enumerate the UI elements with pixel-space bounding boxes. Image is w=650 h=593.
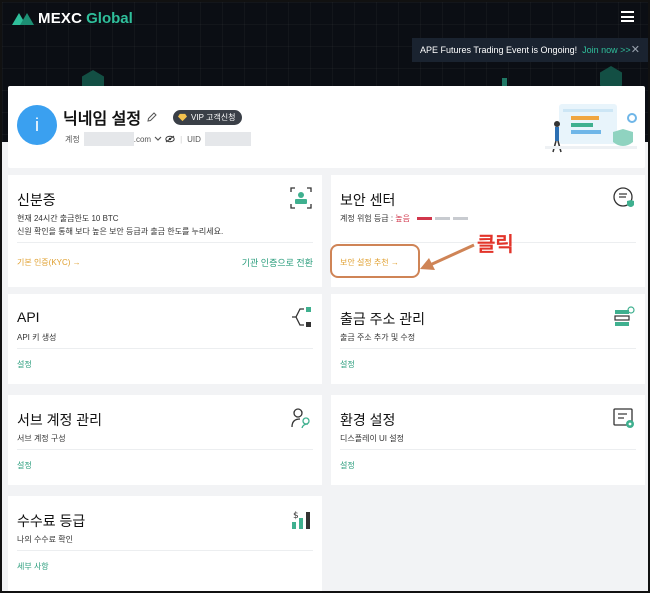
kyc-benefit-text: 신원 확인을 통해 보다 높은 보안 등급과 출금 한도를 누리세요. [17, 227, 224, 236]
withdraw-limit-text: 현재 24시간 출금한도 10 BTC [17, 214, 119, 223]
fee-tier-card: 수수료 등급 나의 수수료 확인 $ 세부 사항 [8, 496, 322, 591]
card-description: API 키 생성 [17, 333, 57, 342]
risk-level-meter [417, 217, 469, 221]
risk-level-label: 계정 위험 등급 : [340, 214, 394, 223]
security-illustration [545, 104, 637, 153]
account-row: 계정 .com | UID [65, 132, 251, 146]
institution-verify-link[interactable]: 기관 인증으로 전환 [242, 256, 313, 269]
card-description: 현재 24시간 출금한도 10 BTC 신원 확인을 통해 보다 높은 보안 등… [17, 212, 223, 238]
card-title: 보안 센터 [340, 192, 396, 208]
separator: | [180, 134, 183, 144]
card-title: 서브 계정 관리 [17, 412, 103, 428]
card-description: 서브 계정 구성 [17, 434, 66, 443]
shield-document-icon [613, 187, 634, 207]
nickname-setting-label[interactable]: 닉네임 설정 [63, 105, 141, 129]
chevron-down-icon[interactable] [154, 136, 162, 142]
api-card: API API 키 생성 설정 [8, 294, 322, 384]
preferences-settings-link[interactable]: 설정 [340, 460, 355, 471]
divider [17, 348, 313, 349]
withdraw-address-card: 출금 주소 관리 출금 주소 추가 및 수정 설정 [331, 294, 645, 384]
uid-redacted [204, 132, 251, 146]
divider [17, 550, 313, 551]
card-title: API [17, 309, 40, 325]
account-label: 계정 [65, 134, 80, 144]
fee-chart-icon: $ [292, 511, 310, 529]
api-settings-link[interactable]: 설정 [17, 359, 32, 370]
preferences-card: 환경 설정 디스플레이 UI 설정 설정 [331, 395, 645, 485]
risk-level-value: 높음 [395, 214, 411, 223]
svg-text:$: $ [293, 511, 299, 521]
fee-details-link[interactable]: 세부 사항 [17, 561, 49, 572]
card-title: 신분증 [17, 192, 56, 208]
basic-kyc-link[interactable]: 기본 인증(KYC) → [17, 257, 81, 268]
address-book-icon [614, 306, 635, 326]
banner-text: APE Futures Trading Event is Ongoing! [420, 45, 578, 55]
close-icon[interactable]: ✕ [631, 43, 640, 56]
subaccount-settings-link[interactable]: 설정 [17, 460, 32, 471]
card-description: 나의 수수료 확인 [17, 535, 73, 544]
divider [17, 449, 313, 450]
annotation-click-label: 클릭 [477, 234, 514, 256]
logo-text-mexc: MEXC [38, 9, 83, 27]
vip-apply-badge[interactable]: VIP 고객신청 [173, 109, 243, 125]
divider [17, 242, 313, 243]
api-icon [292, 307, 311, 327]
settings-window-icon [613, 408, 634, 428]
profile-card: i 닉네임 설정 VIP 고객신청 계정 .com | UID [8, 86, 645, 168]
mexc-logo[interactable]: MEXC Global [12, 8, 133, 28]
card-description: 디스플레이 UI 설정 [340, 434, 404, 443]
divider [340, 449, 636, 450]
promo-banner: APE Futures Trading Event is Ongoing! Jo… [412, 38, 648, 62]
screenshot-frame: MEXC Global APE Futures Trading Event is… [0, 0, 650, 593]
subaccount-card: 서브 계정 관리 서브 계정 구성 설정 [8, 395, 322, 485]
id-card-icon [290, 187, 312, 209]
account-redacted [83, 132, 134, 146]
vip-apply-label: VIP 고객신청 [191, 112, 236, 122]
annotation-arrow-icon [420, 243, 475, 270]
diamond-icon [178, 113, 188, 121]
uid-label: UID [187, 134, 201, 144]
avatar[interactable]: i [17, 105, 57, 145]
card-description: 출금 주소 추가 및 수정 [340, 333, 416, 342]
nickname-row: 닉네임 설정 VIP 고객신청 [63, 105, 243, 129]
divider [340, 348, 636, 349]
eye-slash-icon[interactable] [165, 135, 175, 143]
mexc-logo-icon [12, 11, 34, 25]
pencil-icon[interactable] [146, 111, 158, 123]
banner-join-link[interactable]: Join now >> [582, 45, 631, 55]
hamburger-icon[interactable] [621, 11, 634, 22]
account-domain: .com [133, 134, 152, 144]
users-icon [291, 408, 310, 429]
withdraw-settings-link[interactable]: 설정 [340, 359, 355, 370]
card-title: 수수료 등급 [17, 513, 86, 529]
risk-row: 계정 위험 등급 : 높음 [340, 212, 469, 225]
logo-text-global: Global [86, 9, 133, 27]
identity-card: 신분증 현재 24시간 출금한도 10 BTC 신원 확인을 통해 보다 높은 … [8, 175, 322, 287]
card-title: 출금 주소 관리 [340, 311, 426, 327]
card-title: 환경 설정 [340, 412, 396, 428]
annotation-highlight-box [330, 244, 420, 278]
